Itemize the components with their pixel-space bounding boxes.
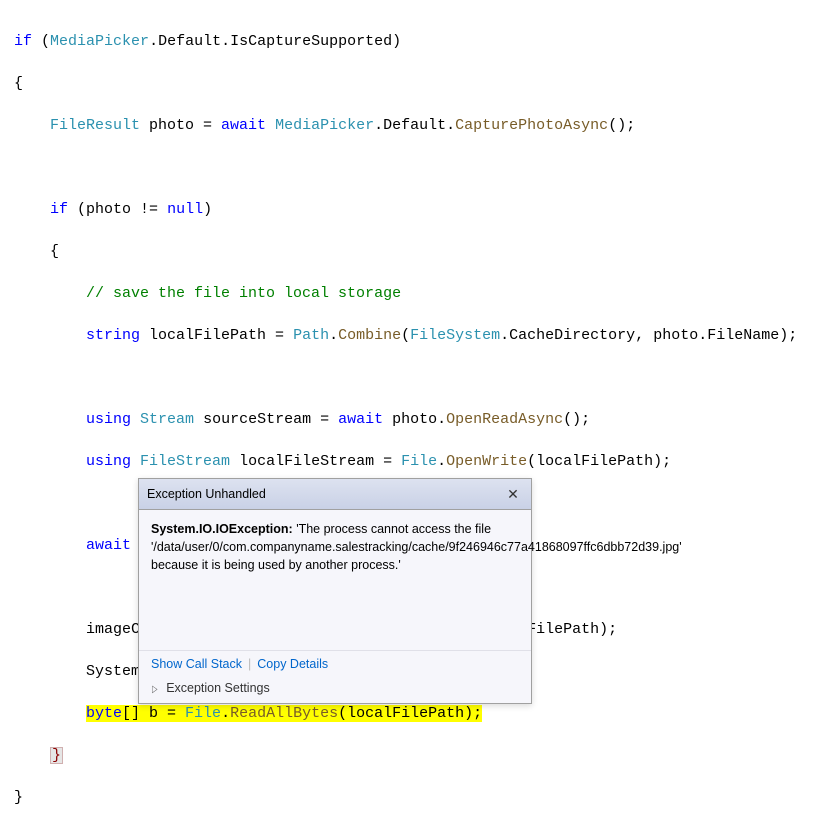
code-line: { bbox=[14, 241, 827, 262]
popup-header: Exception Unhandled ✕ bbox=[139, 479, 531, 510]
code-line: FileResult photo = await MediaPicker.Def… bbox=[14, 115, 827, 136]
code-line: if (MediaPicker.Default.IsCaptureSupport… bbox=[14, 31, 827, 52]
code-line: } bbox=[14, 745, 827, 766]
brace-highlight: } bbox=[50, 747, 63, 764]
code-line: using FileStream localFileStream = File.… bbox=[14, 451, 827, 472]
popup-body: System.IO.IOException: 'The process cann… bbox=[139, 510, 531, 650]
code-line: // save the file into local storage bbox=[14, 283, 827, 304]
keyword-if: if bbox=[14, 33, 32, 50]
code-line: if (photo != null) bbox=[14, 199, 827, 220]
popup-title: Exception Unhandled bbox=[147, 487, 266, 501]
code-line: } bbox=[14, 787, 827, 808]
code-line bbox=[14, 157, 827, 178]
code-editor[interactable]: if (MediaPicker.Default.IsCaptureSupport… bbox=[0, 0, 827, 839]
exception-popup: Exception Unhandled ✕ System.IO.IOExcept… bbox=[138, 478, 532, 704]
code-line: { bbox=[14, 73, 827, 94]
copy-details-link[interactable]: Copy Details bbox=[257, 657, 328, 671]
code-line: string localFilePath = Path.Combine(File… bbox=[14, 325, 827, 346]
close-icon[interactable]: ✕ bbox=[503, 485, 523, 503]
code-line bbox=[14, 367, 827, 388]
show-call-stack-link[interactable]: Show Call Stack bbox=[151, 657, 242, 671]
separator: | bbox=[248, 657, 251, 671]
code-line: using Stream sourceStream = await photo.… bbox=[14, 409, 827, 430]
code-line: byte[] b = File.ReadAllBytes(localFilePa… bbox=[14, 703, 827, 724]
highlighted-line: byte[] b = File.ReadAllBytes(localFilePa… bbox=[86, 705, 482, 722]
exception-settings-toggle[interactable]: Exception Settings bbox=[139, 677, 531, 703]
exception-type: System.IO.IOException: bbox=[151, 522, 296, 536]
popup-links: Show Call Stack | Copy Details bbox=[139, 650, 531, 677]
